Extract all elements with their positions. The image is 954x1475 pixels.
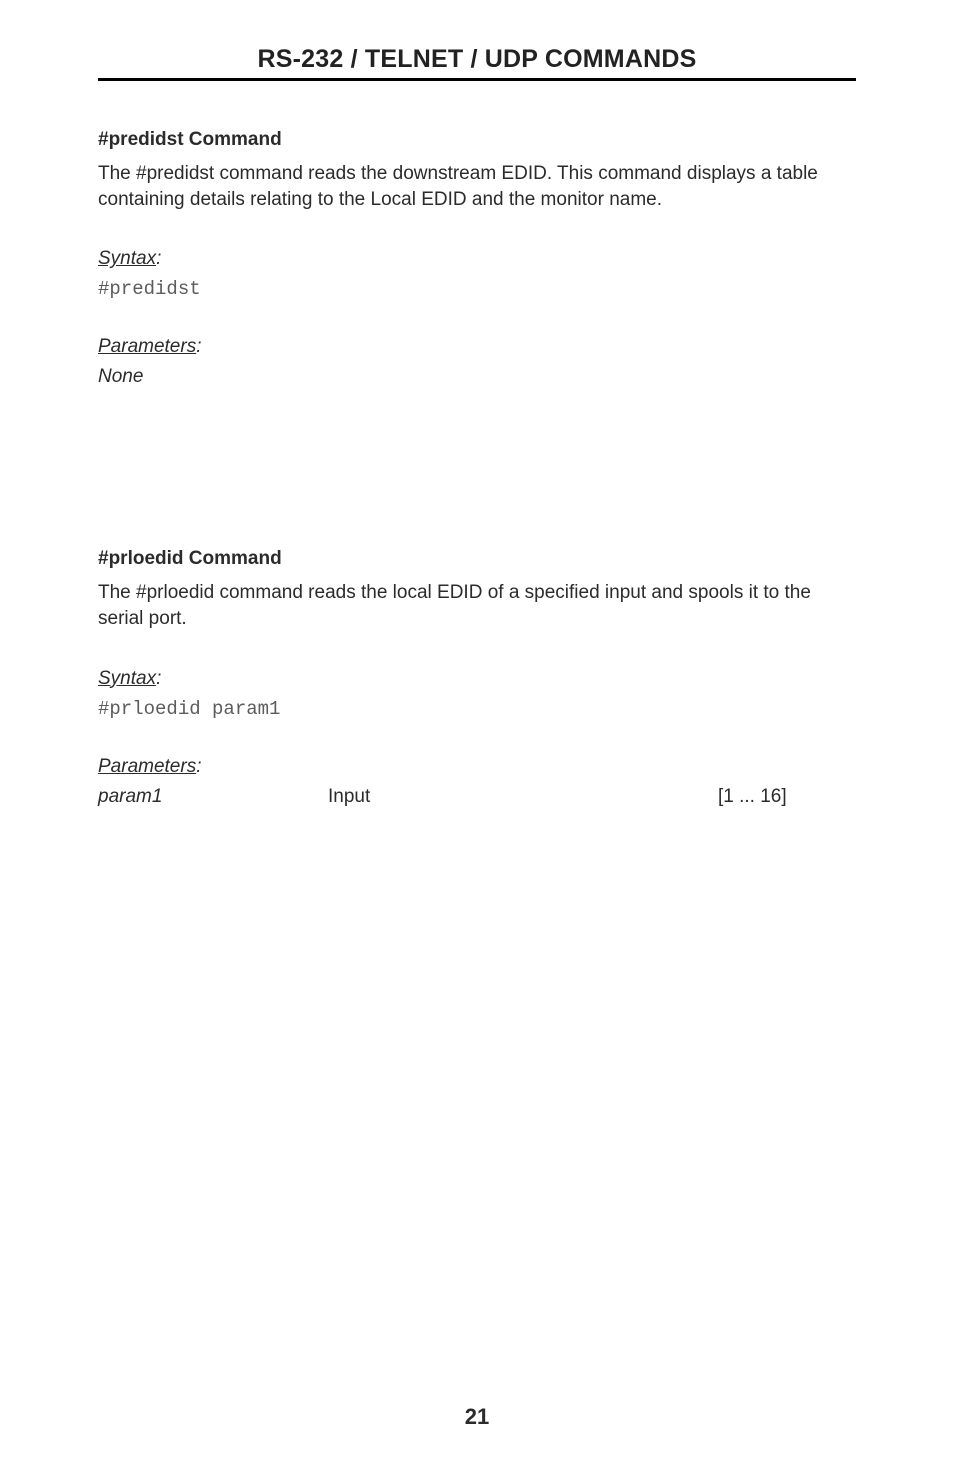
page-header-title: RS-232 / TELNET / UDP COMMANDS (98, 45, 856, 80)
syntax-row: Syntax: (98, 248, 856, 270)
parameters-colon: : (196, 336, 201, 357)
syntax-label: Syntax (98, 248, 156, 269)
parameters-colon: : (196, 756, 201, 777)
command-title: #predidst Command (98, 129, 856, 151)
syntax-code: #prloedid param1 (98, 698, 856, 720)
header: RS-232 / TELNET / UDP COMMANDS (98, 45, 856, 81)
command-section-predidst: #predidst Command The #predidst command … (98, 129, 856, 388)
parameters-label: Parameters (98, 756, 196, 777)
section-spacer (98, 388, 856, 548)
command-title: #prloedid Command (98, 548, 856, 570)
parameters-label: Parameters (98, 336, 196, 357)
header-divider (98, 78, 856, 81)
syntax-row: Syntax: (98, 668, 856, 690)
command-description: The #predidst command reads the downstre… (98, 161, 856, 212)
syntax-colon: : (156, 248, 161, 269)
param-description: Input (328, 786, 718, 808)
parameter-row: param1 Input [1 ... 16] (98, 786, 856, 808)
syntax-label: Syntax (98, 668, 156, 689)
command-section-prloedid: #prloedid Command The #prloedid command … (98, 548, 856, 807)
parameters-none: None (98, 366, 856, 388)
command-description: The #prloedid command reads the local ED… (98, 580, 856, 631)
syntax-colon: : (156, 668, 161, 689)
parameters-row: Parameters: (98, 756, 856, 778)
page-number: 21 (0, 1404, 954, 1430)
param-range: [1 ... 16] (718, 786, 787, 808)
param-name: param1 (98, 786, 328, 808)
syntax-code: #predidst (98, 278, 856, 300)
parameters-row: Parameters: (98, 336, 856, 358)
